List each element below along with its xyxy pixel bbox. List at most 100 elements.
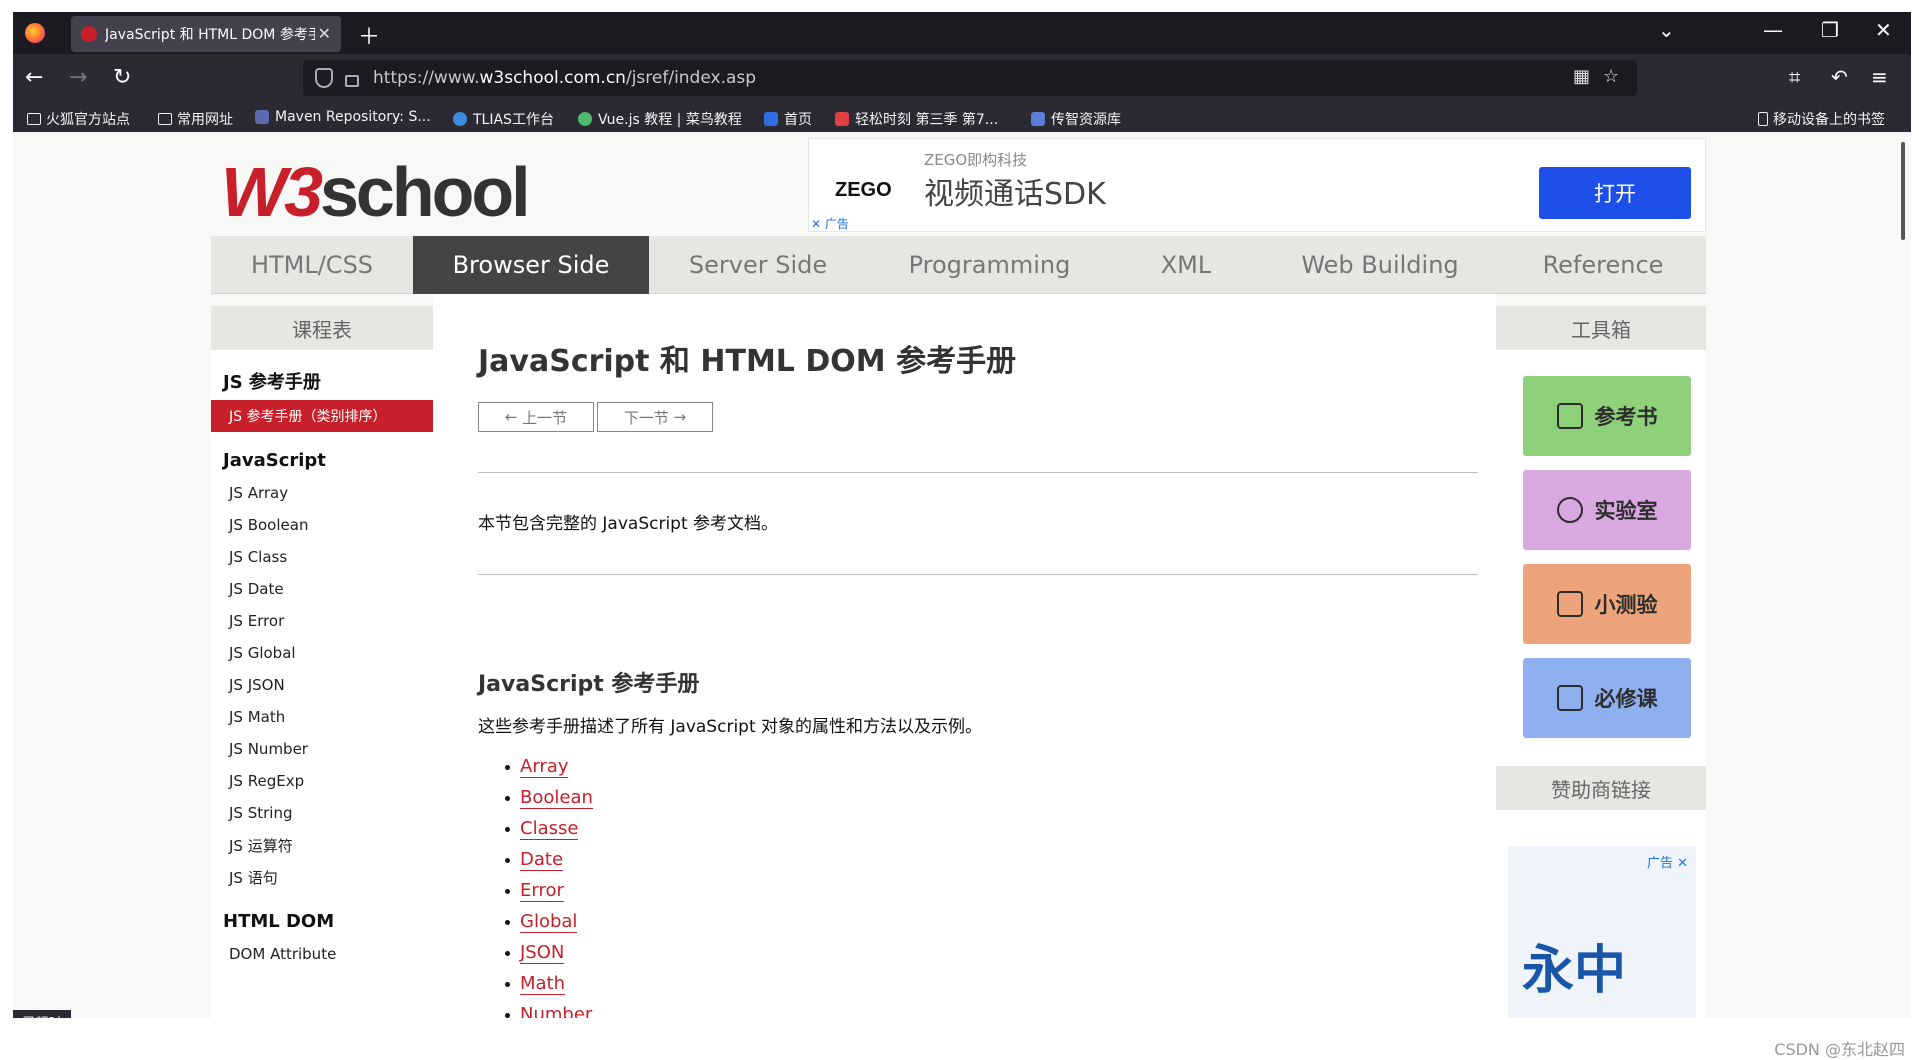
new-tab-button[interactable]: ＋ — [358, 19, 380, 51]
bookmark-label: 传智资源库 — [1051, 112, 1121, 128]
sidebar-item[interactable]: JS Boolean — [211, 509, 433, 541]
bookmark-itcast[interactable]: 传智资源库 — [1031, 109, 1121, 129]
reload-icon[interactable]: ↻ — [113, 65, 131, 90]
bookmark-label: Maven Repository: S... — [275, 109, 431, 125]
next-button[interactable]: 下一节 → — [597, 402, 713, 432]
tab-title: JavaScript 和 HTML DOM 参考手册 — [105, 27, 315, 43]
tool-reference-books[interactable]: 参考书 — [1523, 376, 1691, 456]
bookmark-home[interactable]: 首页 — [764, 109, 812, 129]
sidebar-item[interactable]: JS 运算符 — [211, 829, 433, 861]
sidebar-item-active[interactable]: JS 参考手册（类别排序） — [211, 400, 433, 432]
bookmark-video[interactable]: 轻松时刻 第三季 第7... — [835, 109, 998, 129]
tool-label: 必修课 — [1594, 687, 1658, 711]
list-tabs-icon[interactable]: ⌄ — [1658, 18, 1675, 42]
ad-open-button[interactable]: 打开 — [1539, 167, 1691, 219]
nav-reference[interactable]: Reference — [1500, 236, 1706, 294]
sidebar-item[interactable]: JS String — [211, 797, 433, 829]
toolbox-sidebar: 工具箱 参考书 实验室 小测验 必修课 赞助商链接 广告 ✕ 永中 — [1496, 306, 1706, 1018]
tab-active[interactable]: JavaScript 和 HTML DOM 参考手册 ✕ — [71, 16, 341, 52]
url-bar[interactable]: https://www.w3school.com.cn/jsref/index.… — [303, 60, 1637, 96]
nav-html-css[interactable]: HTML/CSS — [211, 236, 413, 294]
list-item: Boolean — [505, 783, 593, 814]
link-math[interactable]: Math — [520, 974, 566, 995]
lock-icon[interactable] — [345, 75, 359, 87]
restore-button[interactable]: ❐ — [1821, 18, 1839, 42]
ad-logo: ZEGO — [835, 179, 892, 201]
section-title: JavaScript 参考手册 — [478, 672, 700, 697]
sidebar-item[interactable]: JS Number — [211, 733, 433, 765]
link-boolean[interactable]: Boolean — [520, 788, 593, 809]
arrow-right-icon: → — [668, 408, 687, 426]
screenshot-icon[interactable]: ⌗ — [1789, 65, 1800, 89]
close-window-button[interactable]: ✕ — [1875, 18, 1892, 42]
main-content: JavaScript 和 HTML DOM 参考手册 ← 上一节 下一节 → 本… — [433, 294, 1496, 1018]
link-number[interactable]: Number — [520, 1005, 592, 1019]
sidebar-item[interactable]: JS 语句 — [211, 861, 433, 893]
divider — [478, 472, 1478, 473]
menu-icon[interactable]: ≡ — [1871, 65, 1888, 89]
close-tab-icon[interactable]: ✕ — [318, 24, 331, 43]
bookmark-folder-firefox[interactable]: 火狐官方站点 — [27, 109, 130, 129]
sidebar-item[interactable]: JS RegExp — [211, 765, 433, 797]
ad-mark[interactable]: ✕ 广告 — [811, 215, 849, 232]
sponsor-ad[interactable]: 广告 ✕ 永中 — [1508, 846, 1696, 1018]
prev-button[interactable]: ← 上一节 — [478, 402, 594, 432]
link-error[interactable]: Error — [520, 881, 564, 902]
w3school-logo[interactable]: W3school — [221, 152, 531, 232]
tracking-protection-icon[interactable] — [315, 68, 333, 88]
sidebar-item[interactable]: JS Error — [211, 605, 433, 637]
sidebar-item[interactable]: JS Class — [211, 541, 433, 573]
link-classe[interactable]: Classe — [520, 819, 579, 840]
sidebar-item[interactable]: JS Math — [211, 701, 433, 733]
firefox-icon[interactable] — [25, 23, 45, 43]
sidebar-section-js-ref: JS 参考手册 — [223, 372, 321, 393]
url-path: /jsref/index.asp — [625, 68, 757, 88]
undo-icon[interactable]: ↶ — [1831, 65, 1848, 89]
sidebar-item[interactable]: JS JSON — [211, 669, 433, 701]
sidebar-item[interactable]: DOM Attribute — [211, 938, 433, 970]
itcast-icon — [1031, 112, 1045, 126]
link-date[interactable]: Date — [520, 850, 564, 871]
bookmark-tlias[interactable]: TLIAS工作台 — [453, 109, 554, 129]
status-bar: 已超时 — [13, 1010, 71, 1018]
minimize-button[interactable]: — — [1763, 18, 1783, 42]
sidebar-item[interactable]: JS Global — [211, 637, 433, 669]
ad-banner[interactable]: ZEGO ZEGO即构科技 视频通话SDK 打开 ✕ 广告 — [808, 138, 1706, 232]
nav-server-side[interactable]: Server Side — [649, 236, 867, 294]
nav-programming[interactable]: Programming — [867, 236, 1112, 294]
url-text[interactable]: https://www.w3school.com.cn/jsref/index.… — [373, 68, 756, 88]
link-array[interactable]: Array — [520, 757, 569, 778]
sponsor-ad-mark[interactable]: 广告 ✕ — [1647, 852, 1688, 871]
link-json[interactable]: JSON — [520, 943, 565, 964]
tool-lab[interactable]: 实验室 — [1523, 470, 1691, 550]
nav-xml[interactable]: XML — [1112, 236, 1260, 294]
back-icon[interactable]: ← — [25, 65, 43, 90]
link-global[interactable]: Global — [520, 912, 578, 933]
list-item: Global — [505, 907, 593, 938]
nav-web-building[interactable]: Web Building — [1260, 236, 1500, 294]
web-page: W3school ZEGO ZEGO即构科技 视频通话SDK 打开 ✕ 广告 H… — [13, 132, 1911, 1018]
bookmark-label: 常用网址 — [177, 112, 233, 128]
bookmark-vue[interactable]: Vue.js 教程 | 菜鸟教程 — [578, 109, 742, 129]
url-prefix: https://www. — [373, 68, 480, 88]
forward-icon[interactable]: → — [69, 65, 87, 90]
maven-icon — [255, 110, 269, 124]
nav-browser-side[interactable]: Browser Side — [413, 236, 649, 294]
bookmark-star-icon[interactable]: ☆ — [1603, 66, 1619, 87]
mobile-bookmarks[interactable]: 移动设备上的书签 — [1758, 109, 1885, 129]
qr-code-icon[interactable]: ▦ — [1573, 66, 1590, 87]
tool-quiz[interactable]: 小测验 — [1523, 564, 1691, 644]
folder-icon — [158, 113, 172, 125]
logo-school: school — [320, 153, 531, 231]
page-scrollbar[interactable] — [1901, 142, 1905, 240]
page-title: JavaScript 和 HTML DOM 参考手册 — [478, 344, 1017, 379]
tool-required-course[interactable]: 必修课 — [1523, 658, 1691, 738]
csdn-watermark: CSDN @东北赵四 — [1774, 1040, 1905, 1059]
bookmarks-toolbar: 火狐官方站点 常用网址 Maven Repository: S... TLIAS… — [13, 102, 1911, 132]
bookmark-folder-common[interactable]: 常用网址 — [158, 109, 233, 129]
sidebar-item[interactable]: JS Date — [211, 573, 433, 605]
toolbox-title: 工具箱 — [1496, 306, 1706, 350]
bookmark-maven[interactable]: Maven Repository: S... — [255, 109, 431, 125]
reference-list: Array Boolean Classe Date Error Global J… — [505, 752, 593, 1018]
sidebar-item[interactable]: JS Array — [211, 477, 433, 509]
